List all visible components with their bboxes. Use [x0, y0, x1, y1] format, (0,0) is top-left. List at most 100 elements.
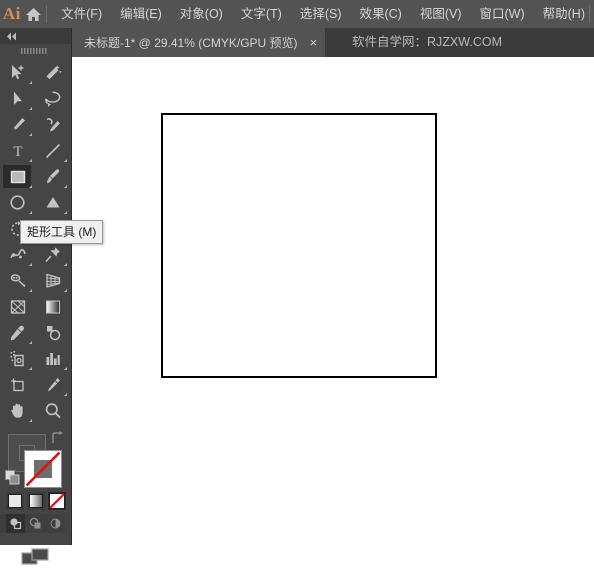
flyout-corner-icon	[64, 159, 67, 162]
flyout-corner-icon	[29, 289, 32, 292]
flyout-corner-icon	[64, 393, 67, 396]
draw-behind-button[interactable]	[26, 514, 45, 533]
flyout-corner-icon	[29, 211, 32, 214]
draw-inside-icon	[50, 518, 61, 529]
gradient-mode-button[interactable]	[27, 492, 45, 510]
flyout-corner-icon	[29, 367, 32, 370]
fill-swatch[interactable]	[24, 450, 62, 488]
flyout-corner-icon	[29, 419, 32, 422]
tool-tooltip: 矩形工具 (M)	[20, 220, 104, 244]
blob-brush-icon	[10, 274, 25, 288]
gradient-bar-icon	[45, 300, 60, 314]
pushpin-icon	[44, 247, 60, 263]
none-slash-icon	[49, 493, 65, 509]
color-mode-button[interactable]	[6, 492, 24, 510]
drag-grip-icon[interactable]	[0, 44, 71, 58]
flyout-corner-icon	[64, 263, 67, 266]
width-warp-icon	[9, 249, 26, 259]
gradient-tool[interactable]	[35, 294, 70, 320]
fill-stroke-controls	[0, 428, 71, 490]
pen-tool[interactable]	[0, 112, 35, 138]
menu-help[interactable]: 帮助(H)	[534, 0, 594, 28]
shape-builder-icon	[46, 197, 59, 208]
draw-inside-button[interactable]	[46, 514, 65, 533]
hand-tool[interactable]	[0, 398, 35, 424]
menu-object[interactable]: 对象(O)	[171, 0, 232, 28]
tools-panel: T 矩形工具 (M)	[0, 28, 104, 565]
lasso-tool[interactable]	[35, 86, 70, 112]
artboard-tool[interactable]	[0, 372, 35, 398]
tool-row	[0, 60, 71, 86]
direct-selection-tool[interactable]	[0, 86, 35, 112]
ellipse-tool[interactable]	[0, 190, 35, 216]
blend-circles-icon	[46, 326, 60, 341]
flyout-corner-icon	[29, 185, 32, 188]
document-tab-bar: 未标题-1* @ 29.41% (CMYK/GPU 预览) × 软件自学网：RJ…	[0, 28, 594, 57]
draw-normal-icon	[10, 518, 22, 530]
mesh-tool[interactable]	[0, 294, 35, 320]
tool-row	[0, 294, 71, 320]
swap-fill-stroke-icon[interactable]	[50, 431, 64, 445]
mesh-icon	[10, 300, 25, 314]
drag-grip-glyph	[20, 48, 46, 54]
tool-row	[0, 112, 71, 138]
screen-mode-icon	[20, 548, 49, 565]
bar-chart-icon	[46, 353, 60, 365]
eyedropper-tool[interactable]	[0, 320, 35, 346]
menu-edit[interactable]: 编辑(E)	[111, 0, 171, 28]
line-diagonal-icon	[45, 143, 60, 159]
flyout-corner-icon	[64, 289, 67, 292]
tool-row	[0, 268, 71, 294]
lasso-icon	[44, 91, 60, 107]
paintbrush-tool[interactable]	[35, 164, 70, 190]
menu-effect[interactable]: 效果(C)	[350, 0, 410, 28]
none-mode-button[interactable]	[48, 492, 66, 510]
change-screen-mode-button[interactable]	[0, 545, 71, 569]
menu-select[interactable]: 选择(S)	[291, 0, 351, 28]
puppet-warp-tool[interactable]	[35, 242, 70, 268]
solid-arrow-icon	[13, 91, 22, 105]
tool-row	[0, 86, 71, 112]
slice-tool[interactable]	[35, 372, 70, 398]
blend-tool[interactable]	[35, 320, 70, 346]
magic-wand-icon	[46, 65, 62, 80]
selection-tool[interactable]	[0, 60, 35, 86]
curvature-tool[interactable]	[35, 112, 70, 138]
home-icon[interactable]	[24, 0, 44, 28]
zoom-tool[interactable]	[35, 398, 70, 424]
menu-type[interactable]: 文字(T)	[232, 0, 291, 28]
line-segment-tool[interactable]	[35, 138, 70, 164]
magic-wand-tool[interactable]	[35, 60, 70, 86]
document-tab[interactable]: 未标题-1* @ 29.41% (CMYK/GPU 预览) ×	[72, 28, 326, 57]
width-tool[interactable]	[0, 242, 35, 268]
column-graph-tool[interactable]	[35, 346, 70, 372]
none-slash-icon	[25, 451, 61, 487]
magnifier-icon	[45, 403, 61, 419]
flyout-corner-icon	[29, 107, 32, 110]
tool-row	[0, 190, 71, 216]
shape-builder-tool[interactable]	[35, 190, 70, 216]
tool-row	[0, 398, 71, 424]
draw-normal-button[interactable]	[6, 514, 25, 533]
double-chevron-left-icon[interactable]	[6, 32, 20, 41]
rectangle-tool[interactable]	[0, 164, 35, 190]
blob-brush-tool[interactable]	[0, 268, 35, 294]
draw-mode-buttons	[0, 514, 65, 533]
menu-file[interactable]: 文件(F)	[52, 0, 111, 28]
menu-items-list: 文件(F) 编辑(E) 对象(O) 文字(T) 选择(S) 效果(C) 视图(V…	[52, 0, 594, 28]
pen-icon	[12, 118, 25, 131]
tool-row	[0, 320, 71, 346]
hand-icon	[10, 403, 23, 418]
tool-row: T	[0, 138, 71, 164]
default-fill-stroke-icon[interactable]	[5, 470, 20, 485]
canvas-area[interactable]	[72, 57, 594, 545]
paintbrush-icon	[46, 169, 59, 184]
watermark-text: 软件自学网：RJZXW.COM	[352, 35, 502, 49]
symbol-sprayer-tool[interactable]	[0, 346, 35, 372]
menu-window[interactable]: 窗口(W)	[471, 0, 534, 28]
type-tool[interactable]: T	[0, 138, 35, 164]
menu-view[interactable]: 视图(V)	[411, 0, 471, 28]
perspective-grid-tool[interactable]	[35, 268, 70, 294]
artboard-rectangle[interactable]	[161, 113, 437, 378]
close-icon[interactable]: ×	[310, 36, 318, 49]
